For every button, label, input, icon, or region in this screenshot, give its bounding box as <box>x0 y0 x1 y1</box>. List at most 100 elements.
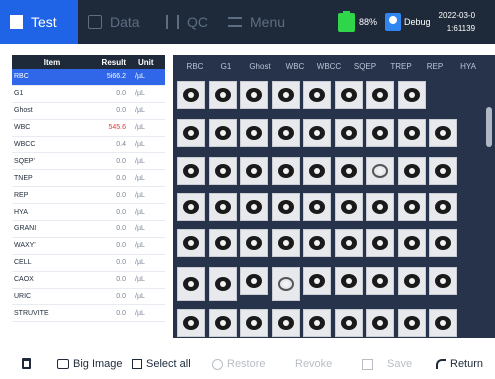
cell-image-thumbnail[interactable] <box>397 229 426 257</box>
cell-image-thumbnail[interactable] <box>177 267 205 301</box>
cell-image-thumbnail[interactable] <box>208 119 237 147</box>
category-tab[interactable]: REP <box>419 62 451 71</box>
table-row[interactable]: SQEP' 0.0/µL <box>12 153 165 171</box>
cell-image-thumbnail[interactable] <box>397 81 426 109</box>
cell-image-thumbnail[interactable] <box>334 81 363 109</box>
cell-image-thumbnail[interactable] <box>334 193 363 221</box>
category-tab[interactable]: WBC <box>279 62 311 71</box>
grid-scrollbar[interactable] <box>486 107 492 147</box>
cell-image-thumbnail[interactable] <box>240 119 268 147</box>
user-name[interactable]: Debug <box>404 17 431 27</box>
cell-image-thumbnail[interactable] <box>397 267 426 295</box>
table-row[interactable]: STRUVITE 0.0/µL <box>12 305 165 323</box>
cell-image-thumbnail[interactable] <box>240 81 268 109</box>
restore-button[interactable]: Restore <box>212 358 266 370</box>
cell-image-thumbnail[interactable] <box>208 229 237 257</box>
table-row[interactable]: CAOX 0.0/µL <box>12 272 165 289</box>
cell-image-thumbnail[interactable] <box>303 193 331 221</box>
cell-image-thumbnail[interactable] <box>366 229 394 257</box>
cell-image-thumbnail[interactable] <box>366 157 394 185</box>
cell-image-thumbnail[interactable] <box>271 119 300 147</box>
cell-image-thumbnail[interactable] <box>271 309 300 337</box>
table-row[interactable]: REP 0.0/µL <box>12 187 165 205</box>
cell-image-thumbnail[interactable] <box>271 81 300 109</box>
select-all-button[interactable]: Select all <box>132 358 191 370</box>
category-tab[interactable]: Ghost <box>241 62 279 71</box>
category-tab[interactable]: RBC <box>179 62 211 71</box>
cell-image-thumbnail[interactable] <box>334 119 363 147</box>
cell-image-thumbnail[interactable] <box>366 267 394 295</box>
tab-qc[interactable]: QC <box>156 0 218 44</box>
table-row[interactable]: Ghost 0.0/µL <box>12 103 165 120</box>
cell-image-thumbnail[interactable] <box>429 193 457 221</box>
table-row[interactable]: GRANI 0.0/µL <box>12 221 165 238</box>
cell-image-thumbnail[interactable] <box>397 119 426 147</box>
cell-image-thumbnail[interactable] <box>177 157 205 185</box>
cell-image-thumbnail[interactable] <box>303 267 331 295</box>
cell-image-thumbnail[interactable] <box>240 193 268 221</box>
cell-image-thumbnail[interactable] <box>429 309 457 337</box>
category-tab[interactable]: SQEP <box>347 62 383 71</box>
return-button[interactable]: Return <box>436 358 483 370</box>
table-row[interactable]: TNEP 0.0/µL <box>12 170 165 188</box>
category-tab[interactable]: G1 <box>211 62 241 71</box>
cell-image-thumbnail[interactable] <box>366 81 394 109</box>
cell-image-thumbnail[interactable] <box>303 119 331 147</box>
category-tab[interactable]: WBCC <box>311 62 347 71</box>
cell-image-thumbnail[interactable] <box>366 119 394 147</box>
table-row[interactable]: HYA 0.0/µL <box>12 204 165 222</box>
cell-image-thumbnail[interactable] <box>208 81 237 109</box>
category-tab[interactable]: HYA <box>451 62 485 71</box>
cell-image-thumbnail[interactable] <box>429 119 457 147</box>
cell-image-thumbnail[interactable] <box>303 309 331 337</box>
table-row[interactable]: WAXY' 0.0/µL <box>12 238 165 255</box>
cell-image-thumbnail[interactable] <box>303 229 331 257</box>
table-row[interactable]: WBC 545.6/µL <box>12 120 165 137</box>
category-tab[interactable]: TREP <box>383 62 419 71</box>
cell-image-thumbnail[interactable] <box>397 309 426 337</box>
cell-image-thumbnail[interactable] <box>240 309 268 337</box>
cell-image-thumbnail[interactable] <box>177 193 205 221</box>
cell-image-thumbnail[interactable] <box>240 157 268 185</box>
tab-menu[interactable]: Menu <box>218 0 308 44</box>
cell-image-thumbnail[interactable] <box>303 81 331 109</box>
table-row[interactable]: URIC 0.0/µL <box>12 289 165 306</box>
cell-image-thumbnail[interactable] <box>334 309 363 337</box>
table-row[interactable]: WBCC 0.4/µL <box>12 137 165 154</box>
cell-image-thumbnail[interactable] <box>429 267 457 295</box>
cell-image-thumbnail[interactable] <box>240 267 268 295</box>
cell-image-thumbnail[interactable] <box>397 157 426 185</box>
user-icon[interactable] <box>385 13 402 31</box>
cell-image-thumbnail[interactable] <box>208 157 237 185</box>
cell-image-thumbnail[interactable] <box>334 157 363 185</box>
cell-image-thumbnail[interactable] <box>177 229 205 257</box>
cell-image-thumbnail[interactable] <box>334 229 363 257</box>
save-button[interactable]: Save <box>362 358 412 370</box>
cell-image-thumbnail[interactable] <box>177 309 205 337</box>
cell-image-thumbnail[interactable] <box>271 157 300 185</box>
tab-test[interactable]: Test <box>0 0 78 44</box>
cell-image-thumbnail[interactable] <box>429 229 457 257</box>
table-row[interactable]: G1 0.0/µL <box>12 86 165 103</box>
table-row[interactable]: CELL 0.0/µL <box>12 255 165 272</box>
cell-image-thumbnail[interactable] <box>397 193 426 221</box>
cell-image-thumbnail[interactable] <box>334 267 363 295</box>
cell-image-thumbnail[interactable] <box>177 119 205 147</box>
delete-button[interactable] <box>22 358 35 369</box>
table-row[interactable]: RBC 5i66.2/µL <box>12 69 165 86</box>
cell-image-thumbnail[interactable] <box>208 193 237 221</box>
cell-image-thumbnail[interactable] <box>366 309 394 337</box>
big-image-button[interactable]: Big Image <box>57 358 123 370</box>
cell-image-thumbnail[interactable] <box>208 267 237 301</box>
tab-data[interactable]: Data <box>78 0 156 44</box>
cell-image-thumbnail[interactable] <box>271 267 300 301</box>
cell-image-thumbnail[interactable] <box>271 229 300 257</box>
cell-image-thumbnail[interactable] <box>177 81 205 109</box>
revoke-button[interactable]: Revoke <box>295 358 332 370</box>
cell-image-thumbnail[interactable] <box>366 193 394 221</box>
cell-image-thumbnail[interactable] <box>208 309 237 337</box>
cell-image-thumbnail[interactable] <box>429 157 457 185</box>
cell-image-thumbnail[interactable] <box>240 229 268 257</box>
cell-image-thumbnail[interactable] <box>303 157 331 185</box>
cell-image-thumbnail[interactable] <box>271 193 300 221</box>
